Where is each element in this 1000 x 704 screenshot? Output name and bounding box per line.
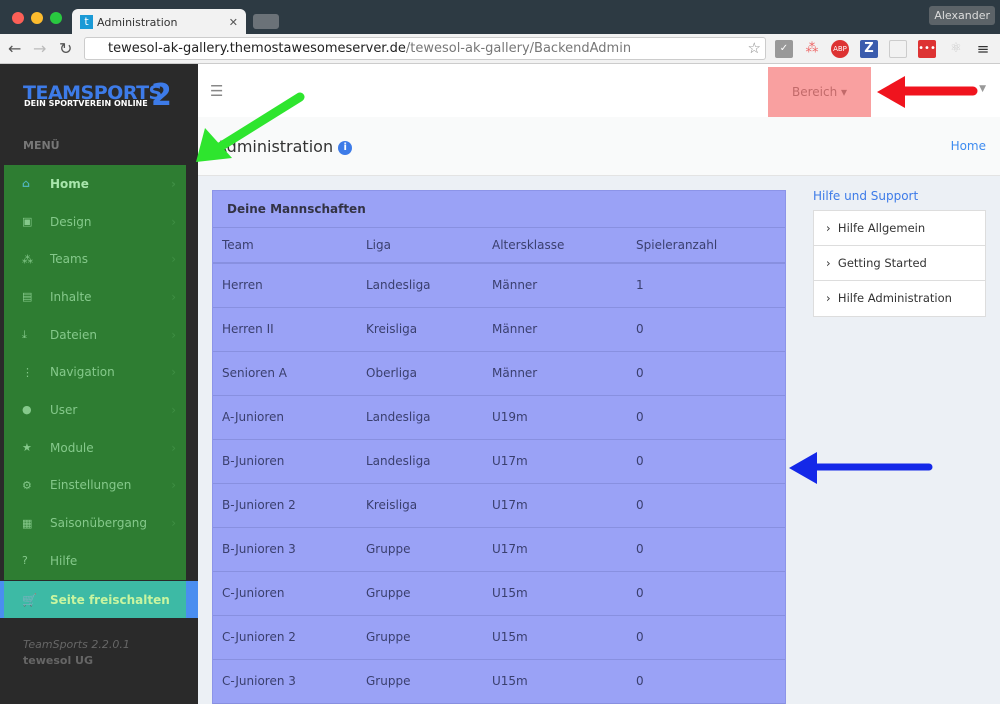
- green-arrow: [196, 92, 305, 162]
- red-arrow: [877, 76, 978, 108]
- blue-arrow: [789, 452, 933, 484]
- annotation-arrows: [196, 76, 978, 484]
